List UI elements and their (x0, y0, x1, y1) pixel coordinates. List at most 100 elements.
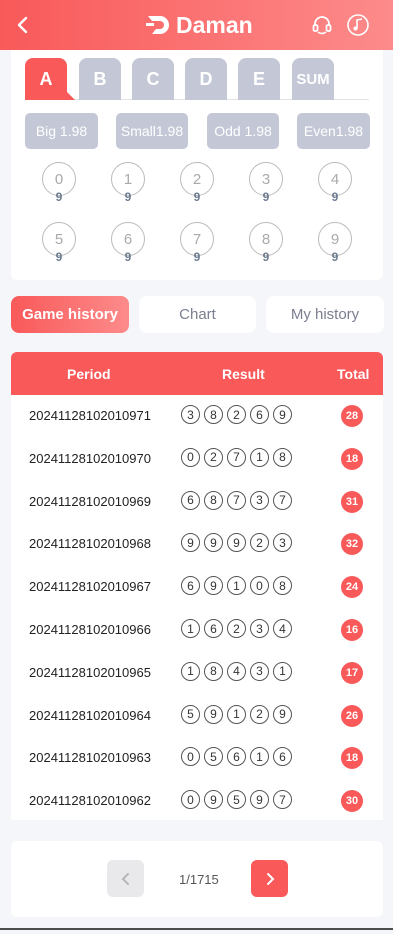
tab-chart[interactable]: Chart (139, 296, 256, 333)
number-ball-1[interactable]: 1 9 (110, 162, 146, 203)
total-badge: 32 (341, 533, 363, 556)
prev-page-button[interactable] (107, 860, 144, 897)
brand-name: Daman (176, 11, 253, 38)
result-digit: 3 (181, 405, 200, 424)
result-digit: 2 (227, 405, 246, 424)
result-digits: 38269 (181, 405, 296, 424)
period-cell: 20241128102010969 (29, 493, 151, 509)
ball-count: 9 (331, 190, 339, 204)
result-digit: 2 (250, 704, 269, 724)
ball-count: 9 (193, 190, 201, 204)
result-digit: 8 (204, 490, 223, 510)
tab-a[interactable]: A (25, 58, 75, 100)
period-cell: 20241128102010967 (29, 579, 151, 595)
result-digits: 59129 (181, 704, 296, 724)
header-total: Total (337, 366, 370, 382)
tab-c[interactable]: C (132, 58, 174, 100)
table-row: 20241128102010970 0 2 7 1 8 18 (11, 438, 383, 481)
number-ball-4[interactable]: 4 9 (317, 162, 353, 203)
result-digits: 05616 (181, 747, 296, 767)
result-digit: 6 (181, 576, 200, 596)
result-digit: 9 (227, 533, 246, 553)
result-digit: 3 (273, 533, 292, 553)
result-digit: 0 (181, 747, 200, 767)
ball-count: 9 (55, 190, 63, 204)
music-toggle-button[interactable] (346, 13, 370, 37)
result-digit: 9 (204, 790, 223, 810)
ball-count: 9 (262, 250, 270, 264)
result-digit: 6 (227, 747, 246, 767)
result-digit: 5 (227, 790, 246, 810)
result-digit: 5 (204, 747, 223, 767)
period-cell: 20241128102010966 (29, 622, 151, 637)
headset-icon (312, 16, 332, 35)
result-digit: 6 (181, 490, 200, 510)
tab-b[interactable]: B (79, 58, 121, 100)
bet-even-button[interactable]: Even1.98 (297, 113, 370, 149)
ball-count: 9 (331, 250, 339, 264)
period-cell: 20241128102010963 (29, 750, 151, 766)
tab-my-history[interactable]: My history (266, 296, 384, 333)
result-digit: 1 (181, 661, 200, 681)
game-history-table: Period Result Total 20241128102010971 3 8 2… (11, 352, 383, 820)
result-digits: 09597 (181, 790, 296, 810)
result-digit: 9 (181, 533, 200, 553)
result-digit: 9 (250, 790, 269, 810)
result-digit: 8 (273, 576, 292, 596)
number-ball-6[interactable]: 6 9 (110, 222, 146, 263)
result-digit: 2 (250, 533, 269, 553)
result-digit: 9 (273, 704, 292, 724)
number-ball-3[interactable]: 3 9 (248, 162, 284, 203)
result-digit: 6 (204, 619, 223, 638)
result-digit: 4 (273, 619, 292, 638)
result-digits: 16234 (181, 619, 296, 638)
number-ball-8[interactable]: 8 9 (248, 222, 284, 263)
result-digit: 1 (227, 576, 246, 596)
tab-d[interactable]: D (185, 58, 227, 100)
bet-odd-button[interactable]: Odd 1.98 (207, 113, 279, 149)
result-digit: 0 (181, 447, 200, 467)
page-indicator: 1/1715 (179, 872, 219, 887)
position-tabs: A B C D E SUM (25, 58, 369, 100)
result-digit: 1 (227, 704, 246, 724)
tab-sum[interactable]: SUM (292, 58, 334, 100)
result-digit: 8 (273, 447, 292, 467)
pagination: 1/1715 (11, 841, 383, 917)
number-ball-7[interactable]: 7 9 (179, 222, 215, 263)
result-digit: 2 (204, 447, 223, 467)
total-badge: 17 (341, 661, 363, 684)
bet-big-button[interactable]: Big 1.98 (25, 113, 98, 149)
number-ball-2[interactable]: 2 9 (179, 162, 215, 203)
total-badge: 18 (341, 747, 363, 770)
result-digit: 1 (250, 747, 269, 767)
tab-e[interactable]: E (238, 58, 280, 100)
result-digit: 4 (227, 661, 246, 681)
result-digit: 7 (273, 790, 292, 810)
result-digit: 8 (204, 405, 223, 424)
total-badge: 28 (341, 405, 363, 427)
total-badge: 30 (341, 790, 363, 813)
number-ball-5[interactable]: 5 9 (41, 222, 77, 263)
result-digit: 1 (250, 447, 269, 467)
result-digit: 7 (273, 490, 292, 510)
top-header: Daman (0, 0, 393, 50)
ball-count: 9 (262, 190, 270, 204)
result-digit: 0 (250, 576, 269, 596)
brand-logo: Daman (146, 12, 253, 38)
total-badge: 16 (341, 619, 363, 641)
period-cell: 20241128102010964 (29, 707, 151, 723)
bet-small-button[interactable]: Small1.98 (116, 113, 188, 149)
next-page-button[interactable] (251, 860, 288, 897)
result-digit: 0 (181, 790, 200, 810)
result-digit: 9 (204, 533, 223, 553)
result-digit: 5 (181, 704, 200, 724)
number-ball-9[interactable]: 9 9 (317, 222, 353, 263)
number-ball-0[interactable]: 0 9 (41, 162, 77, 203)
tab-game-history[interactable]: Game history (11, 296, 129, 333)
period-cell: 20241128102010962 (29, 793, 151, 809)
result-digit: 1 (273, 661, 292, 681)
back-button[interactable] (12, 14, 34, 36)
music-note-icon (347, 14, 369, 36)
customer-service-button[interactable] (310, 13, 334, 37)
result-digit: 9 (204, 576, 223, 596)
